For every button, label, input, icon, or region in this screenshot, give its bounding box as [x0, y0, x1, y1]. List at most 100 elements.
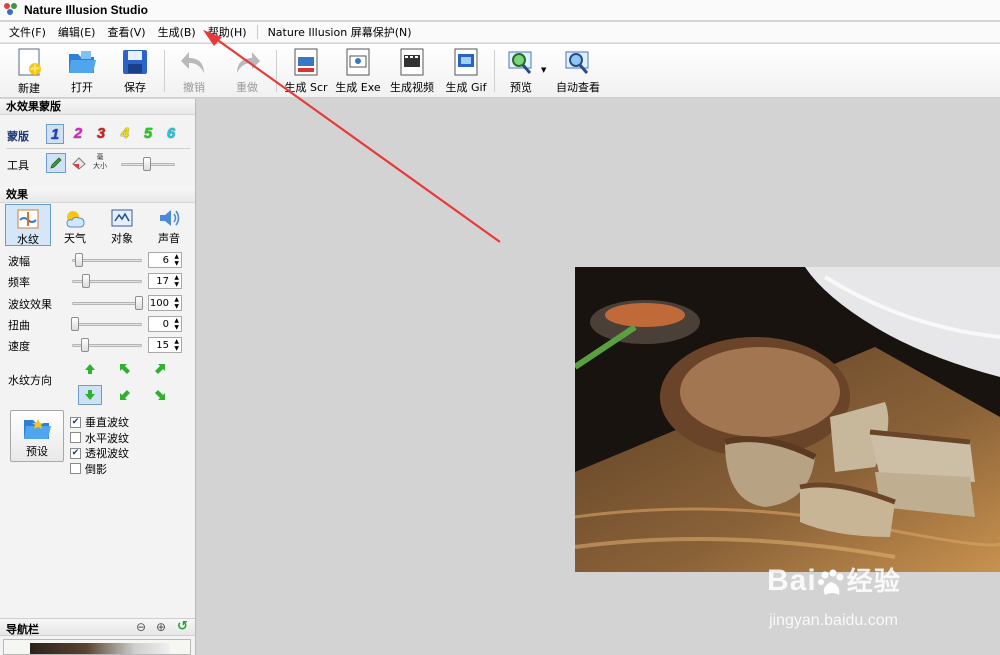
pencil-icon	[50, 157, 62, 169]
spinner-arrows-icon[interactable]: ▲ ▼	[174, 296, 179, 310]
brush-tool-button[interactable]	[46, 153, 66, 173]
speed-spinner[interactable]: 15 ▲ ▼	[148, 337, 182, 353]
frequency-spinner[interactable]: 17 ▲ ▼	[148, 273, 182, 289]
checkbox-box[interactable]: ✔	[70, 447, 81, 459]
bread-photo-image	[575, 267, 1000, 572]
vertical-ripple-checkbox[interactable]: ✔ 垂直波纹	[70, 414, 129, 430]
amplitude-spinner[interactable]: 6 ▲ ▼	[148, 252, 182, 268]
tab-object[interactable]: 对象	[99, 204, 145, 246]
preview-dropdown-icon[interactable]: ▼	[541, 66, 546, 74]
app-icon	[4, 3, 18, 17]
new-button[interactable]: 新建	[2, 47, 56, 95]
redo-button[interactable]: 重做	[220, 47, 274, 95]
arrow-down-right-icon	[155, 390, 165, 400]
amplitude-label: 波幅	[8, 255, 30, 268]
screensaver-icon	[291, 47, 321, 76]
water-ripple-icon	[16, 208, 40, 230]
mask-6-button[interactable]: 6	[162, 124, 180, 144]
direction-down-button[interactable]	[78, 385, 102, 405]
save-button[interactable]: 保存	[108, 47, 162, 95]
speaker-icon	[157, 207, 181, 229]
zoom-in-icon[interactable]: ⊕	[156, 620, 166, 634]
spinner-arrows-icon[interactable]: ▲ ▼	[174, 317, 179, 331]
ripple-effect-spinner[interactable]: 100 ▲ ▼	[148, 295, 182, 311]
direction-up-left-button[interactable]	[117, 362, 133, 376]
tab-sound[interactable]: 声音	[146, 204, 192, 246]
speed-slider-thumb[interactable]	[81, 338, 89, 352]
mask-5-button[interactable]: 5	[139, 124, 157, 144]
bread-photo[interactable]	[575, 267, 1000, 572]
effects-header: 效果	[0, 187, 195, 203]
perspective-ripple-label: 透视波纹	[85, 447, 129, 460]
ripple-effect-value: 100	[149, 297, 169, 309]
generate-video-button[interactable]: 生成视频	[385, 47, 439, 95]
navigator-thumbnail[interactable]	[3, 639, 191, 655]
mask-label: 蒙版	[7, 130, 29, 143]
menu-build[interactable]: 生成(B)	[152, 22, 202, 43]
frequency-slider-thumb[interactable]	[82, 274, 90, 288]
brush-size-thumb[interactable]	[143, 157, 151, 171]
navigator-header: 导航栏 ⊖ ⊕ ↺	[0, 618, 195, 636]
weather-icon	[63, 207, 87, 229]
divider	[6, 148, 190, 149]
zoom-out-icon[interactable]: ⊖	[136, 620, 146, 634]
ripple-direction-label: 水纹方向	[8, 374, 52, 387]
preview-button[interactable]: 预览	[494, 47, 548, 95]
open-button[interactable]: 打开	[55, 47, 109, 95]
ripple-effect-slider[interactable]	[72, 302, 142, 305]
auto-view-icon	[563, 47, 593, 76]
baidu-paw-icon	[817, 569, 847, 596]
menu-edit[interactable]: 编辑(E)	[52, 22, 102, 43]
brush-size-label: 毫大小	[93, 153, 107, 170]
mask-3-button[interactable]: 3	[92, 124, 110, 144]
navigator-preview-image	[30, 643, 170, 654]
distortion-spinner[interactable]: 0 ▲ ▼	[148, 316, 182, 332]
ripple-effect-label: 波纹效果	[8, 298, 52, 311]
undo-button[interactable]: 撤销	[167, 47, 221, 95]
toolbar-separator	[164, 50, 165, 92]
menu-screensaver[interactable]: Nature Illusion 屏幕保护(N)	[262, 22, 418, 43]
horizontal-ripple-label: 水平波纹	[85, 431, 129, 445]
direction-down-right-button[interactable]	[152, 388, 168, 402]
horizontal-ripple-checkbox[interactable]: 水平波纹	[70, 430, 129, 446]
mask-1-button[interactable]: 1	[46, 124, 64, 144]
auto-view-button[interactable]: 自动查看	[551, 47, 605, 95]
mask-4-button[interactable]: 4	[116, 124, 134, 144]
amplitude-value: 6	[162, 254, 169, 266]
tab-water-ripple[interactable]: 水纹	[5, 204, 51, 246]
arrow-down-icon	[85, 390, 95, 400]
menu-file[interactable]: 文件(F)	[3, 22, 52, 43]
reflection-checkbox[interactable]: 倒影	[70, 461, 107, 477]
spinner-arrows-icon[interactable]: ▲ ▼	[174, 338, 179, 352]
menu-view[interactable]: 查看(V)	[101, 22, 151, 43]
menu-bar: 文件(F) 编辑(E) 查看(V) 生成(B) 帮助(H) Nature Ill…	[0, 22, 1000, 43]
checkbox-box[interactable]	[70, 463, 81, 474]
preview-magnifier-icon	[506, 47, 536, 76]
amplitude-slider-thumb[interactable]	[75, 253, 83, 267]
direction-up-right-button[interactable]	[152, 362, 168, 376]
distortion-slider-thumb[interactable]	[71, 317, 79, 331]
direction-up-button[interactable]	[82, 362, 98, 376]
perspective-ripple-checkbox[interactable]: ✔ 透视波纹	[70, 445, 129, 461]
mask-1-label: 1	[50, 126, 60, 143]
eraser-tool-button[interactable]	[71, 156, 87, 173]
menu-help[interactable]: 帮助(H)	[202, 22, 253, 43]
canvas-area[interactable]: Bai 经验 jingyan.baidu.com	[197, 99, 1000, 655]
spinner-arrows-icon[interactable]: ▲ ▼	[174, 274, 179, 288]
direction-down-left-button[interactable]	[117, 388, 133, 402]
distortion-value: 0	[162, 318, 169, 330]
folder-open-icon	[67, 47, 97, 76]
generate-scr-button[interactable]: 生成 Scr	[279, 47, 333, 95]
refresh-icon[interactable]: ↺	[177, 619, 188, 634]
mask-2-button[interactable]: 2	[69, 124, 87, 144]
checkbox-box[interactable]: ✔	[70, 416, 81, 428]
ripple-effect-slider-thumb[interactable]	[135, 296, 143, 310]
checkbox-box[interactable]	[70, 432, 81, 443]
generate-gif-button[interactable]: 生成 Gif	[439, 47, 493, 95]
distortion-slider[interactable]	[72, 323, 142, 326]
eraser-icon	[72, 157, 86, 170]
tab-weather[interactable]: 天气	[52, 204, 98, 246]
preset-button[interactable]: 预设	[10, 410, 64, 462]
generate-exe-button[interactable]: 生成 Exe	[331, 47, 385, 95]
spinner-arrows-icon[interactable]: ▲ ▼	[174, 253, 179, 267]
